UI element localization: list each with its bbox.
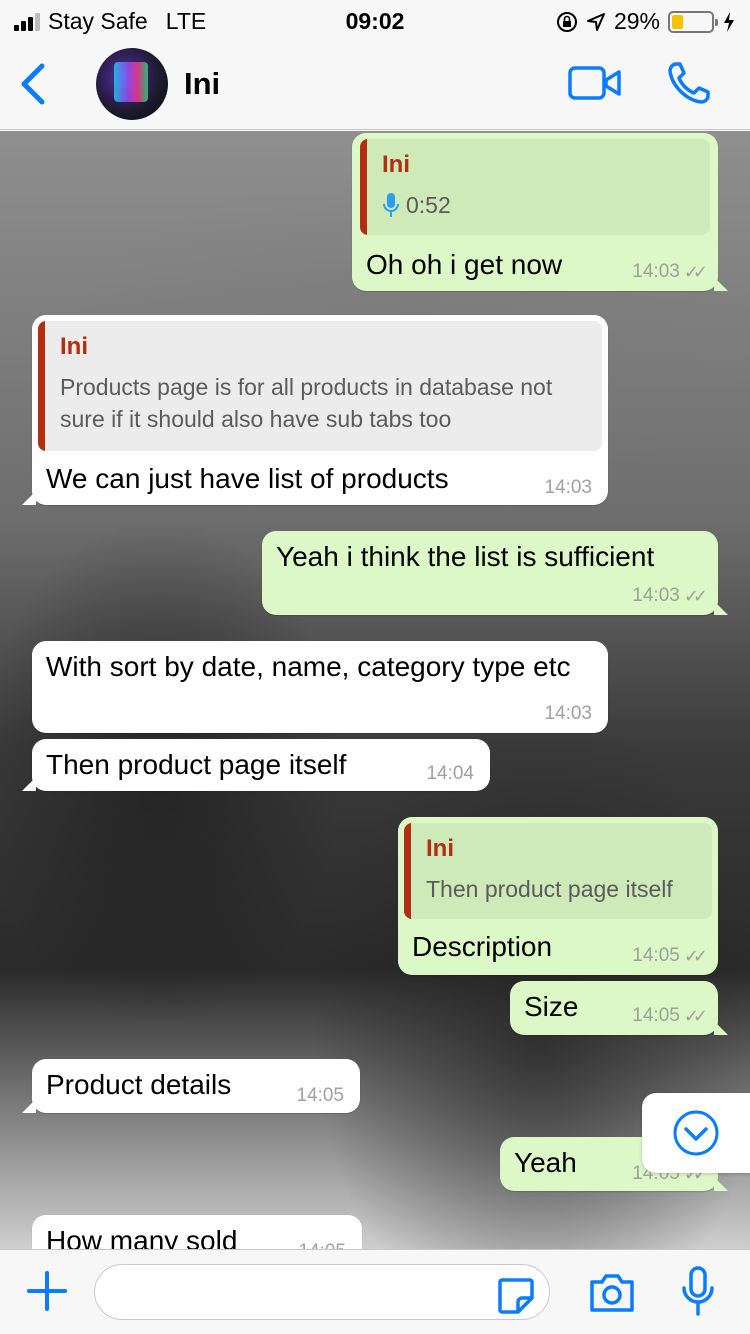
message-bubble-outgoing[interactable]: Ini Then product page itself Description… <box>398 817 718 975</box>
voice-note-duration: 0:52 <box>382 189 451 221</box>
chevron-down-circle-icon <box>673 1110 719 1156</box>
contact-name[interactable]: Ini <box>184 66 220 102</box>
message-meta: 14:04 <box>426 763 474 785</box>
chat-area[interactable]: Ini 0:52 Oh oh i get now 14:03 ✓✓ Ini Pro… <box>0 131 750 1249</box>
read-ticks-icon: ✓✓ <box>683 261 708 282</box>
message-time: 14:03 <box>544 477 592 498</box>
message-text: Size <box>524 991 579 1022</box>
message-time: 14:05 <box>296 1085 344 1106</box>
quoted-message[interactable]: Ini Then product page itself <box>404 823 712 919</box>
battery-icon <box>668 10 718 33</box>
quoted-text: Products page is for all products in dat… <box>60 374 553 432</box>
message-text: Description <box>412 931 553 962</box>
message-meta: 14:03 <box>544 703 592 725</box>
camera-icon[interactable] <box>588 1270 636 1314</box>
read-ticks-icon: ✓✓ <box>683 945 708 966</box>
message-time: 14:03 <box>632 261 680 282</box>
message-time: 14:03 <box>544 703 592 724</box>
status-right: 29% <box>556 8 736 35</box>
message-text: Product details <box>46 1069 232 1100</box>
plus-icon[interactable] <box>26 1270 68 1312</box>
message-text: Then product page itself <box>46 749 347 780</box>
message-time: 14:05 <box>632 1005 680 1026</box>
message-text: We can just have list of products <box>46 463 449 494</box>
message-time: 14:05 <box>632 945 680 966</box>
message-bubble-incoming[interactable]: Then product page itself 14:04 <box>22 739 490 791</box>
message-bubble-incoming[interactable]: With sort by date, name, category type e… <box>32 641 608 733</box>
message-meta: 14:05 ✓✓ <box>632 1005 708 1027</box>
avatar[interactable] <box>96 48 168 120</box>
message-meta: 14:03 <box>544 477 592 499</box>
message-time: 14:04 <box>426 763 474 784</box>
message-time: 14:03 <box>632 585 680 606</box>
message-input[interactable] <box>94 1264 550 1320</box>
quoted-text: Then product page itself <box>426 876 673 902</box>
quoted-message[interactable]: Ini Products page is for all products in… <box>38 321 602 451</box>
message-text: With sort by date, name, category type e… <box>46 651 571 682</box>
status-bar: Stay Safe LTE 09:02 29% <box>0 0 750 40</box>
read-ticks-icon: ✓✓ <box>683 1005 708 1026</box>
quoted-sender: Ini <box>382 151 410 178</box>
battery-percent: 29% <box>613 8 660 34</box>
quoted-message[interactable]: Ini 0:52 <box>360 139 710 235</box>
back-chevron-icon[interactable] <box>14 60 54 108</box>
chat-header: Ini <box>0 40 750 130</box>
phone-icon[interactable] <box>664 58 714 108</box>
message-bubble-incoming[interactable]: Product details 14:05 <box>22 1059 360 1113</box>
message-text: Yeah <box>514 1147 577 1178</box>
message-bubble-outgoing[interactable]: Yeah i think the list is sufficient 14:0… <box>262 531 728 615</box>
scroll-to-bottom-button[interactable] <box>642 1093 750 1173</box>
message-bubble-outgoing[interactable]: Ini 0:52 Oh oh i get now 14:03 ✓✓ <box>352 133 728 291</box>
orientation-lock-icon <box>556 11 577 32</box>
message-bubble-outgoing[interactable]: Size 14:05 ✓✓ <box>510 981 728 1035</box>
quoted-sender: Ini <box>60 333 88 360</box>
video-camera-icon[interactable] <box>568 62 622 104</box>
charging-icon <box>724 11 734 32</box>
message-time: 14:05 <box>298 1241 346 1249</box>
microphone-icon[interactable] <box>680 1264 716 1320</box>
message-meta: 14:03 ✓✓ <box>632 261 708 283</box>
message-meta: 14:05 <box>296 1085 344 1107</box>
sticker-icon[interactable] <box>496 1276 536 1314</box>
composer-bar <box>0 1249 750 1334</box>
message-meta: 14:05 ✓✓ <box>632 945 708 967</box>
message-text: Yeah i think the list is sufficient <box>276 541 655 572</box>
message-bubble-incoming[interactable]: How many sold 14:05 <box>32 1215 362 1249</box>
microphone-icon <box>383 193 399 217</box>
message-text: How many sold <box>46 1225 238 1249</box>
location-icon <box>586 12 605 31</box>
message-bubble-incoming[interactable]: Ini Products page is for all products in… <box>22 315 608 505</box>
message-meta: 14:05 <box>298 1241 346 1249</box>
message-text: Oh oh i get now <box>366 249 563 280</box>
quoted-sender: Ini <box>426 835 454 862</box>
read-ticks-icon: ✓✓ <box>683 585 708 606</box>
message-meta: 14:03 ✓✓ <box>632 585 708 607</box>
